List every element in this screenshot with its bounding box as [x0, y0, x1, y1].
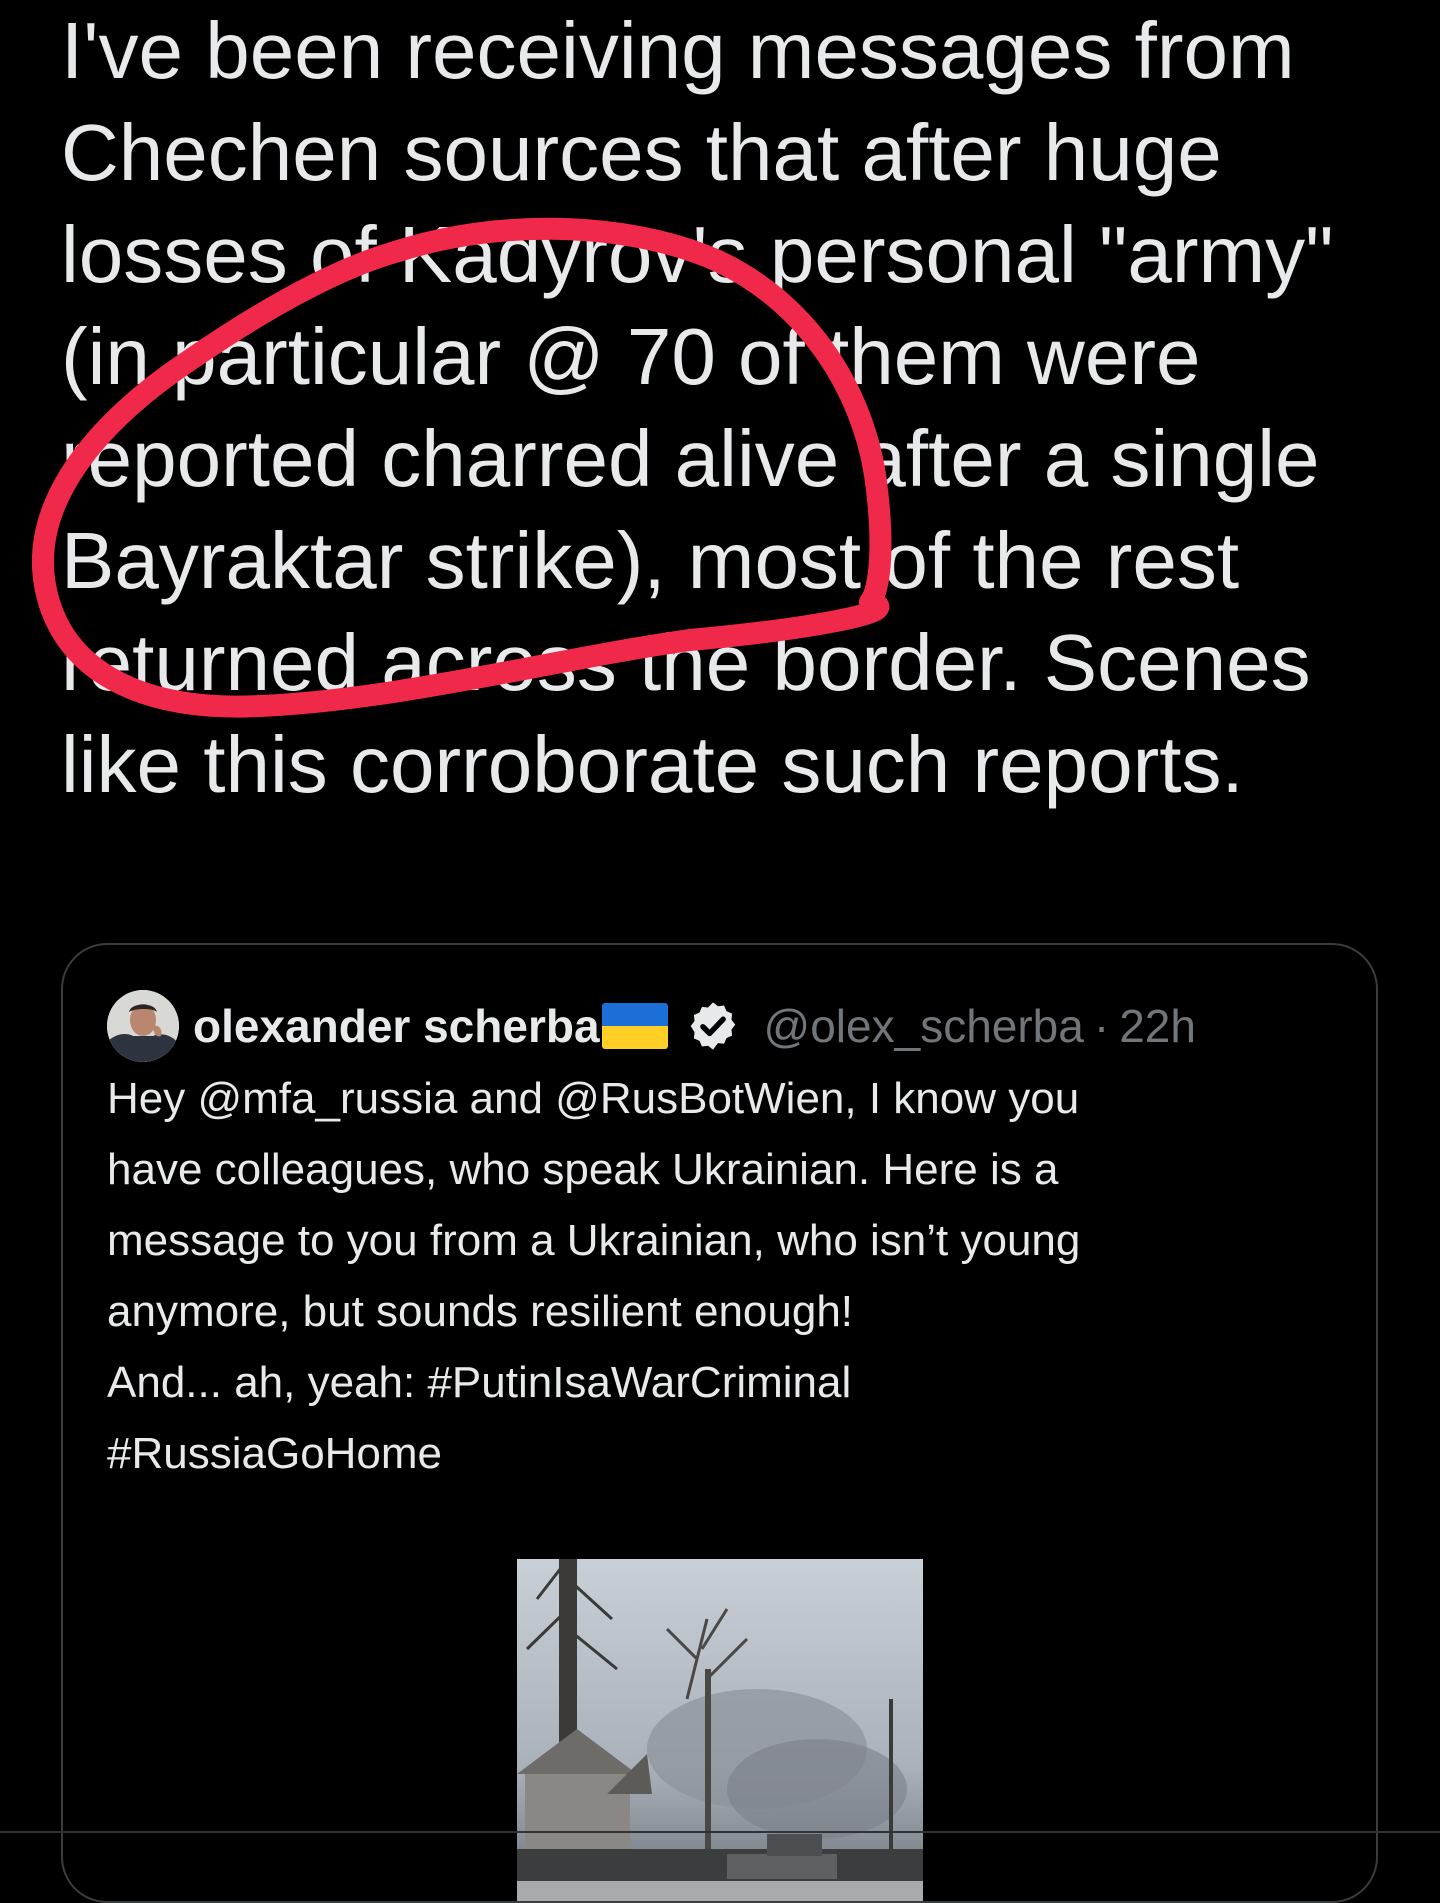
bottom-divider — [0, 1831, 1440, 1833]
quoted-tweet-line: message to you from a Ukrainian, who isn… — [107, 1216, 1081, 1265]
quoted-tweet-line: #RussiaGoHome — [107, 1429, 443, 1478]
verified-badge-icon — [690, 1002, 735, 1050]
quoted-tweet-line: anymore, but sounds resilient enough! — [107, 1287, 854, 1336]
separator-dot: · — [1093, 1000, 1110, 1052]
quoted-tweet-text: Hey @mfa_russia and @RusBotWien, I know … — [107, 1063, 1307, 1489]
display-name[interactable]: olexander scherba — [193, 999, 600, 1053]
tweet-text: I've been receiving messages from Cheche… — [61, 6, 1356, 809]
quoted-tweet-line: have colleagues, who speak Ukrainian. He… — [107, 1145, 1059, 1194]
quoted-tweet-line: Hey @mfa_russia and @RusBotWien, I know … — [107, 1074, 1080, 1123]
timestamp[interactable]: 22h — [1119, 999, 1196, 1053]
avatar[interactable] — [107, 990, 179, 1062]
video-thumbnail[interactable] — [517, 1559, 923, 1901]
ukraine-flag-icon — [601, 1003, 668, 1049]
quoted-tweet-line: And... ah, yeah: #PutinIsaWarCriminal — [107, 1358, 852, 1407]
user-handle[interactable]: @olex_scherba — [764, 999, 1084, 1053]
quoted-tweet-header: olexander scherba @olex_scherba · 22h — [107, 989, 1196, 1063]
quoted-tweet-card[interactable]: olexander scherba @olex_scherba · 22h He… — [61, 943, 1378, 1903]
